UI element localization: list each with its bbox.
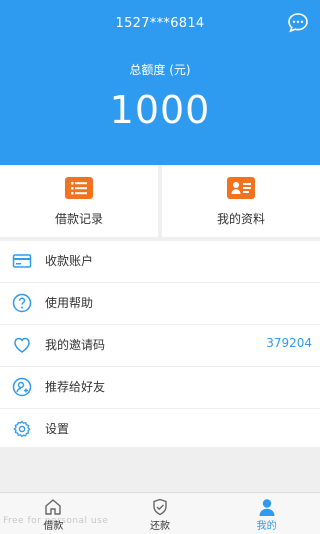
phone-number: 1527***6814 xyxy=(115,16,205,31)
tile-loan-records-label: 借款记录 xyxy=(54,212,103,226)
tab-borrow[interactable]: 借款 xyxy=(0,493,107,534)
tile-loan-records[interactable]: 借款记录 xyxy=(0,165,158,237)
menu-list: 收款账户 使用帮助 我的邀请码 379204 推荐给好友 设置 xyxy=(0,241,320,447)
help-icon xyxy=(12,293,32,313)
tab-repay-label: 还款 xyxy=(150,521,170,532)
share-user-icon xyxy=(12,377,32,397)
tab-mine-label: 我的 xyxy=(256,521,277,532)
menu-item-invite-code[interactable]: 我的邀请码 379204 xyxy=(0,325,320,367)
shield-check-icon xyxy=(150,498,170,516)
total-credit-amount: 1000 xyxy=(109,88,211,132)
menu-item-label: 设置 xyxy=(45,422,70,436)
bottom-tab-bar: 借款 还款 我的 xyxy=(0,492,320,534)
list-icon xyxy=(65,177,93,199)
id-card-icon xyxy=(227,177,255,199)
invite-code-value: 379204 xyxy=(266,336,312,350)
watermark: Free for personal use xyxy=(3,516,109,526)
menu-item-recommend-friend[interactable]: 推荐给好友 xyxy=(0,367,320,409)
account-header: 1527***6814 总额度 (元) 1000 xyxy=(0,0,320,165)
menu-item-label: 使用帮助 xyxy=(45,296,94,310)
menu-item-label: 我的邀请码 xyxy=(45,338,106,352)
menu-item-receiving-account[interactable]: 收款账户 xyxy=(0,241,320,283)
tile-my-profile[interactable]: 我的资料 xyxy=(162,165,320,237)
menu-item-label: 推荐给好友 xyxy=(45,380,106,394)
gear-icon xyxy=(12,419,32,439)
menu-item-help[interactable]: 使用帮助 xyxy=(0,283,320,325)
chat-icon[interactable] xyxy=(286,11,310,35)
menu-item-label: 收款账户 xyxy=(45,254,94,268)
total-credit-label: 总额度 (元) xyxy=(129,63,191,77)
tab-repay[interactable]: 还款 xyxy=(107,493,214,534)
tab-mine[interactable]: 我的 xyxy=(213,493,320,534)
home-icon xyxy=(43,498,63,516)
quick-tiles: 借款记录 我的资料 xyxy=(0,165,320,237)
heart-icon xyxy=(12,335,32,355)
menu-item-settings[interactable]: 设置 xyxy=(0,409,320,450)
card-icon xyxy=(12,251,32,271)
tile-my-profile-label: 我的资料 xyxy=(216,212,265,226)
user-icon xyxy=(257,498,277,516)
